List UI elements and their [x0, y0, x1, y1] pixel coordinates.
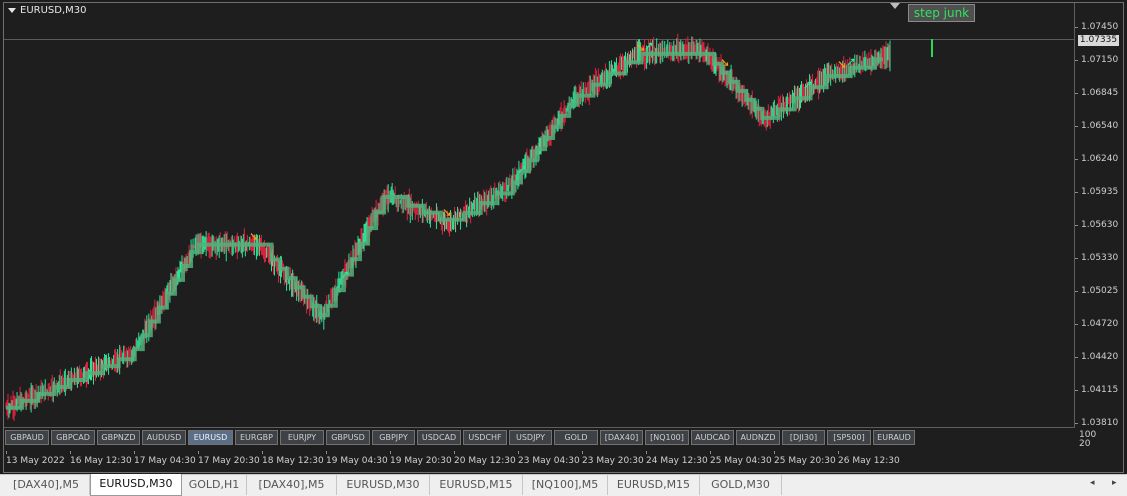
chart-tab[interactable]: EURUSD,M15	[430, 475, 523, 495]
time-tick-label: 26 May 12:30	[838, 451, 900, 466]
symbol-button-audcad[interactable]: AUDCAD	[691, 430, 734, 445]
symbol-button-gbpjpy[interactable]: GBPJPY	[372, 430, 415, 445]
buy-arrow-icon: ➚	[517, 162, 527, 176]
time-tick-label: 17 May 04:30	[134, 451, 196, 466]
price-tick-label: 1.06240	[1074, 154, 1119, 164]
symbol-button-dji30[interactable]: [DJI30]	[782, 430, 825, 445]
price-tick-label: 1.04720	[1074, 319, 1119, 329]
price-tick-label: 1.04420	[1074, 352, 1119, 362]
indicator-label-button[interactable]: step junk	[908, 4, 975, 22]
symbol-button-gbpusd[interactable]: GBPUSD	[326, 430, 370, 445]
symbol-button-nq100[interactable]: [NQ100]	[645, 430, 689, 445]
chart-tabs-bar: ◂ ▸ [DAX40],M5 EURUSD,M30 GOLD,H1 [DAX40],M…	[0, 474, 1127, 496]
symbol-button-gbpnzd[interactable]: GBPNZD	[97, 430, 140, 445]
price-axis[interactable]: 1.07335 1.07450 1.07150 1.06845 1.06540 1.06…	[1074, 3, 1123, 428]
symbol-button-gbpaud[interactable]: GBPAUD	[5, 430, 49, 445]
price-tick-label: 1.05025	[1074, 286, 1119, 296]
chart-tab[interactable]: GOLD,M30	[700, 475, 782, 495]
symbol-button-eurusd[interactable]: EURUSD	[188, 430, 233, 445]
time-tick-label: 25 May 04:30	[710, 451, 772, 466]
chart-tab[interactable]: EURUSD,M15	[608, 475, 700, 495]
scroll-left-icon[interactable]: ◂	[1090, 478, 1095, 488]
price-tick-label: 1.04115	[1074, 385, 1119, 395]
price-tick-label: 1.06540	[1074, 121, 1119, 131]
chart-title[interactable]: EURUSD,M30	[8, 5, 86, 16]
indicator-axis: 100 20	[1075, 429, 1123, 451]
chart-tab[interactable]: [DAX40],M5	[3, 475, 90, 495]
symbol-button-euraud[interactable]: EURAUD	[873, 430, 915, 445]
chart-tab[interactable]: [NQ100],M5	[523, 475, 608, 495]
menu-triangle-icon[interactable]	[8, 8, 16, 13]
current-price-tag: 1.07335	[1078, 35, 1119, 46]
symbol-button-usdjpy[interactable]: USDJPY	[509, 430, 552, 445]
price-tick-label: 1.06845	[1074, 88, 1119, 98]
time-tick-label: 25 May 20:30	[774, 451, 836, 466]
scroll-right-icon[interactable]: ▸	[1112, 478, 1117, 488]
time-tick-label: 19 May 20:30	[390, 451, 452, 466]
chart-window[interactable]: ➘ ➘ ➘ ➘ ➘ ➚ ➚ ➚ ➚ ➚ EURUSD,M30 step junk 1.07335 …	[3, 2, 1124, 473]
chart-tab[interactable]: EURUSD,M30	[90, 474, 182, 496]
symbol-button-sp500[interactable]: [SP500]	[827, 430, 871, 445]
symbol-button-audnzd[interactable]: AUDNZD	[736, 430, 780, 445]
buy-arrow-icon: ➚	[803, 78, 813, 92]
chart-tab[interactable]: EURUSD,M30	[337, 475, 430, 495]
symbol-button-usdchf[interactable]: USDCHF	[463, 430, 507, 445]
price-plot[interactable]: ➘ ➘ ➘ ➘ ➘ ➚ ➚ ➚ ➚ ➚ EURUSD,M30 step junk	[4, 3, 1075, 428]
time-tick-label: 18 May 12:30	[262, 451, 324, 466]
symbol-button-eurjpy[interactable]: EURJPY	[280, 430, 324, 445]
time-tick-label: 19 May 04:30	[326, 451, 388, 466]
symbol-button-dax40[interactable]: [DAX40]	[600, 430, 643, 445]
price-tick-label: 1.05935	[1074, 187, 1119, 197]
symbol-button-usdcad[interactable]: USDCAD	[417, 430, 461, 445]
symbol-button-audusd[interactable]: AUDUSD	[142, 430, 186, 445]
price-tick-label: 1.07450	[1074, 22, 1119, 32]
chart-shift-marker-icon[interactable]	[890, 3, 900, 9]
sell-arrow-icon: ➘	[720, 56, 730, 70]
buy-arrow-icon: ➚	[340, 267, 350, 281]
time-tick-label: 24 May 12:30	[646, 451, 708, 466]
time-tick-label: 23 May 20:30	[582, 451, 644, 466]
price-chart[interactable]: ➘➘➘➘ ➘➚➚➚➚➚	[4, 3, 1075, 428]
time-tick-label: 16 May 12:30	[70, 451, 132, 466]
price-tick-label: 1.07150	[1074, 55, 1119, 65]
time-axis[interactable]: 13 May 2022 16 May 12:30 17 May 04:30 17 Ma…	[4, 451, 1075, 472]
time-tick-label: 17 May 20:30	[198, 451, 260, 466]
chart-tab[interactable]: GOLD,H1	[182, 475, 247, 495]
symbol-button-gbpcad[interactable]: GBPCAD	[51, 430, 95, 445]
chart-title-label: EURUSD,M30	[20, 5, 87, 16]
time-tick-label: 23 May 04:30	[518, 451, 580, 466]
price-tick-label: 1.05330	[1074, 253, 1119, 263]
chart-tab[interactable]: [DAX40],M5	[247, 475, 337, 495]
buy-arrow-icon: ➚	[846, 54, 856, 68]
indicator-tick-label: 20	[1079, 439, 1091, 449]
price-tick-label: 1.05630	[1074, 220, 1119, 230]
time-tick-label: 20 May 12:30	[454, 451, 516, 466]
sell-arrow-icon: ➘	[249, 230, 259, 244]
symbol-button-eurgbp[interactable]: EURGBP	[235, 430, 278, 445]
symbol-button-bar: GBPAUD GBPCAD GBPNZD AUDUSD EURUSD EURGBP EURJ…	[5, 430, 915, 447]
buy-arrow-icon: ➚	[644, 39, 654, 53]
sell-arrow-icon: ➘	[442, 205, 452, 219]
time-tick-label: 13 May 2022	[6, 451, 65, 466]
price-tick-label: 1.03810	[1074, 418, 1119, 428]
symbol-button-gold[interactable]: GOLD	[554, 430, 598, 445]
